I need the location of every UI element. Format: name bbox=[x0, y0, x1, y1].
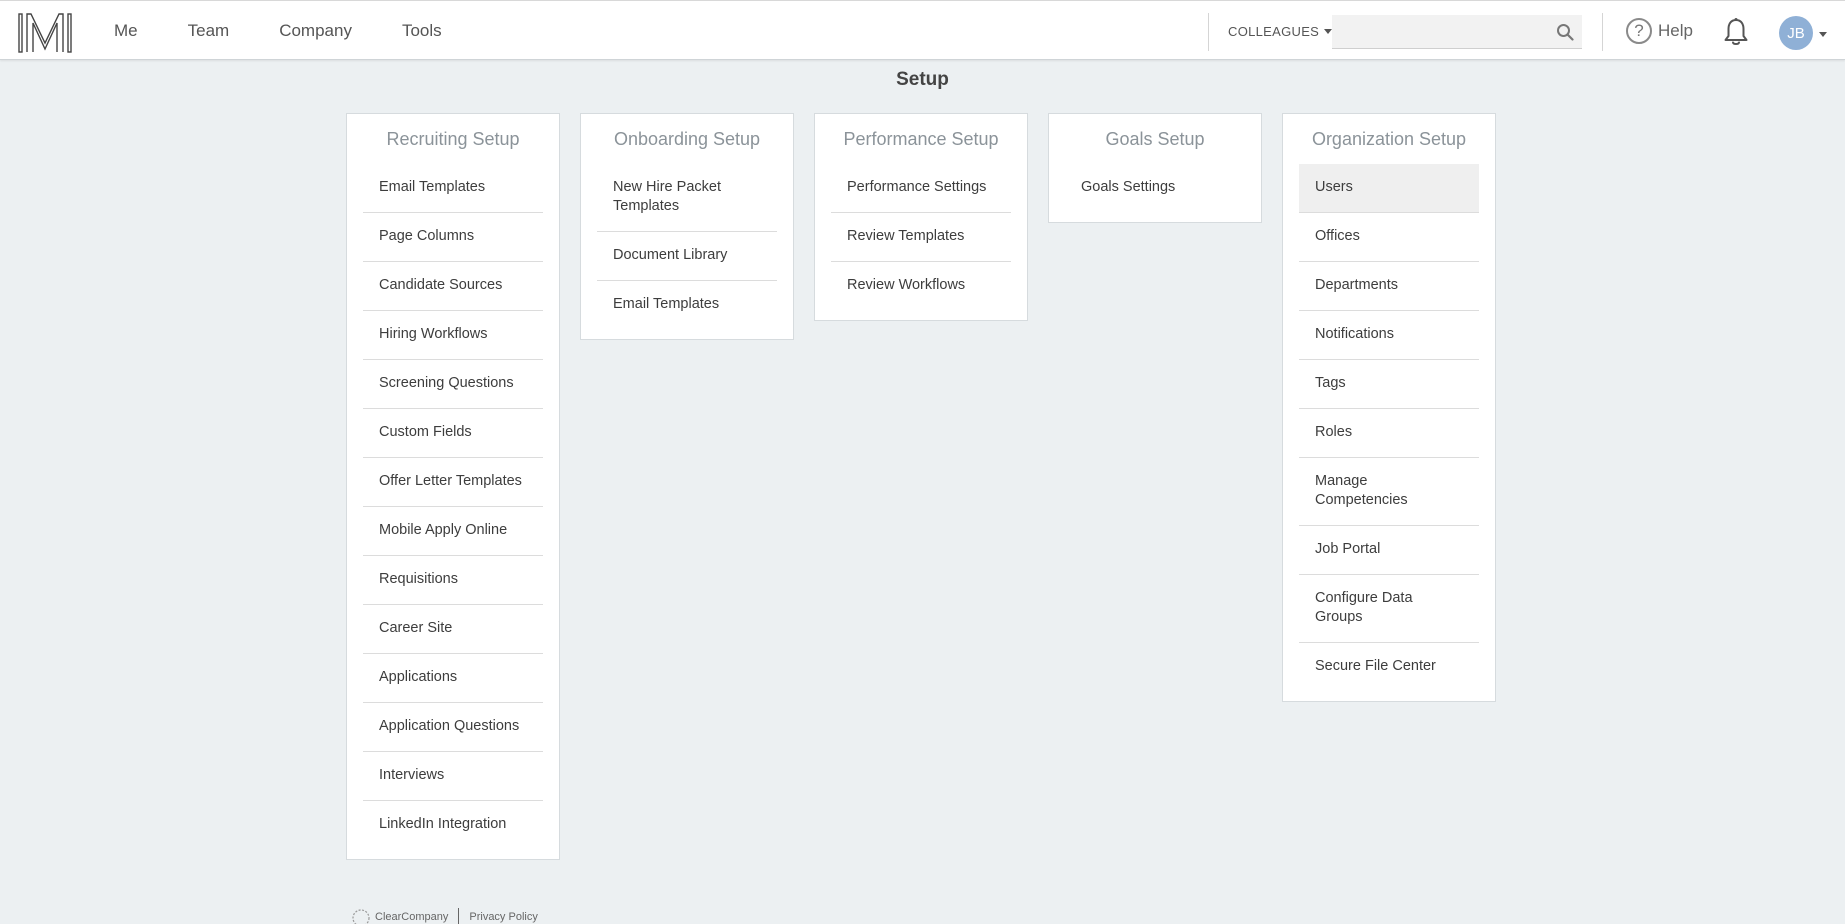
company-logo-icon[interactable] bbox=[18, 13, 72, 53]
card-title: Recruiting Setup bbox=[386, 129, 520, 149]
main-nav: Me Team Company Tools bbox=[114, 1, 492, 61]
setup-link-interviews[interactable]: Interviews bbox=[363, 752, 543, 801]
setup-link-requisitions[interactable]: Requisitions bbox=[363, 556, 543, 605]
setup-link-hiring-workflows[interactable]: Hiring Workflows bbox=[363, 311, 543, 360]
setup-link-notifications[interactable]: Notifications bbox=[1299, 311, 1479, 360]
nav-company[interactable]: Company bbox=[279, 21, 352, 41]
nav-me[interactable]: Me bbox=[114, 21, 138, 41]
page-title: Setup bbox=[896, 69, 949, 90]
bell-icon[interactable] bbox=[1722, 17, 1750, 47]
setup-link-page-columns[interactable]: Page Columns bbox=[363, 213, 543, 262]
setup-link-candidate-sources[interactable]: Candidate Sources bbox=[363, 262, 543, 311]
footer-divider bbox=[458, 908, 460, 924]
recruiting-setup-card: Recruiting Setup Email Templates Page Co… bbox=[346, 113, 560, 860]
search-icon[interactable] bbox=[1556, 23, 1574, 41]
setup-link-departments[interactable]: Departments bbox=[1299, 262, 1479, 311]
colleagues-label: COLLEAGUES bbox=[1228, 23, 1320, 39]
search-box bbox=[1332, 15, 1582, 49]
setup-link-custom-fields[interactable]: Custom Fields bbox=[363, 409, 543, 458]
setup-link-job-portal[interactable]: Job Portal bbox=[1299, 526, 1479, 575]
setup-link-configure-data-groups[interactable]: Configure Data Groups bbox=[1299, 575, 1479, 643]
card-title: Organization Setup bbox=[1311, 129, 1467, 149]
performance-setup-card: Performance Setup Performance Settings R… bbox=[814, 113, 1028, 321]
setup-link-manage-competencies[interactable]: Manage Competencies bbox=[1299, 458, 1479, 526]
organization-setup-card: Organization Setup Users Offices Departm… bbox=[1282, 113, 1496, 702]
nav-tools[interactable]: Tools bbox=[402, 21, 442, 41]
nav-team[interactable]: Team bbox=[188, 21, 230, 41]
setup-link-email-templates[interactable]: Email Templates bbox=[597, 281, 777, 329]
setup-link-email-templates[interactable]: Email Templates bbox=[363, 164, 543, 213]
help-label: Help bbox=[1658, 21, 1693, 40]
colleagues-dropdown[interactable]: COLLEAGUES bbox=[1228, 1, 1333, 61]
setup-link-review-workflows[interactable]: Review Workflows bbox=[831, 262, 1011, 310]
setup-link-mobile-apply-online[interactable]: Mobile Apply Online bbox=[363, 507, 543, 556]
card-title: Goals Setup bbox=[1105, 129, 1205, 149]
chevron-down-icon[interactable] bbox=[1819, 32, 1827, 37]
setup-link-application-questions[interactable]: Application Questions bbox=[363, 703, 543, 752]
card-title: Onboarding Setup bbox=[613, 129, 761, 149]
privacy-policy-link[interactable]: Privacy Policy bbox=[469, 911, 537, 923]
search-input[interactable] bbox=[1332, 15, 1542, 49]
top-navigation-bar: Me Team Company Tools COLLEAGUES ? Help … bbox=[0, 0, 1845, 60]
setup-link-new-hire-packet-templates[interactable]: New Hire Packet Templates bbox=[597, 164, 777, 232]
help-link[interactable]: ? Help bbox=[1626, 1, 1693, 61]
setup-link-linkedin-integration[interactable]: LinkedIn Integration bbox=[363, 801, 543, 849]
avatar[interactable]: JB bbox=[1779, 16, 1813, 50]
footer-brand: ClearCompany bbox=[375, 911, 449, 923]
setup-link-career-site[interactable]: Career Site bbox=[363, 605, 543, 654]
setup-link-offices[interactable]: Offices bbox=[1299, 213, 1479, 262]
setup-link-tags[interactable]: Tags bbox=[1299, 360, 1479, 409]
header-divider bbox=[1208, 13, 1209, 51]
onboarding-setup-card: Onboarding Setup New Hire Packet Templat… bbox=[580, 113, 794, 340]
setup-link-roles[interactable]: Roles bbox=[1299, 409, 1479, 458]
footer: ClearCompany Privacy Policy bbox=[350, 908, 538, 924]
setup-link-applications[interactable]: Applications bbox=[363, 654, 543, 703]
setup-link-document-library[interactable]: Document Library bbox=[597, 232, 777, 281]
setup-link-secure-file-center[interactable]: Secure File Center bbox=[1299, 643, 1479, 691]
setup-link-performance-settings[interactable]: Performance Settings bbox=[831, 164, 1011, 213]
header-divider bbox=[1602, 13, 1603, 51]
setup-link-goals-settings[interactable]: Goals Settings bbox=[1065, 164, 1245, 212]
goals-setup-card: Goals Setup Goals Settings bbox=[1048, 113, 1262, 223]
setup-link-offer-letter-templates[interactable]: Offer Letter Templates bbox=[363, 458, 543, 507]
setup-link-users[interactable]: Users bbox=[1299, 164, 1479, 213]
question-circle-icon: ? bbox=[1626, 18, 1652, 44]
setup-link-screening-questions[interactable]: Screening Questions bbox=[363, 360, 543, 409]
setup-link-review-templates[interactable]: Review Templates bbox=[831, 213, 1011, 262]
chevron-down-icon bbox=[1324, 28, 1333, 34]
card-title: Performance Setup bbox=[843, 129, 999, 149]
clearcompany-logo-icon bbox=[352, 909, 370, 924]
